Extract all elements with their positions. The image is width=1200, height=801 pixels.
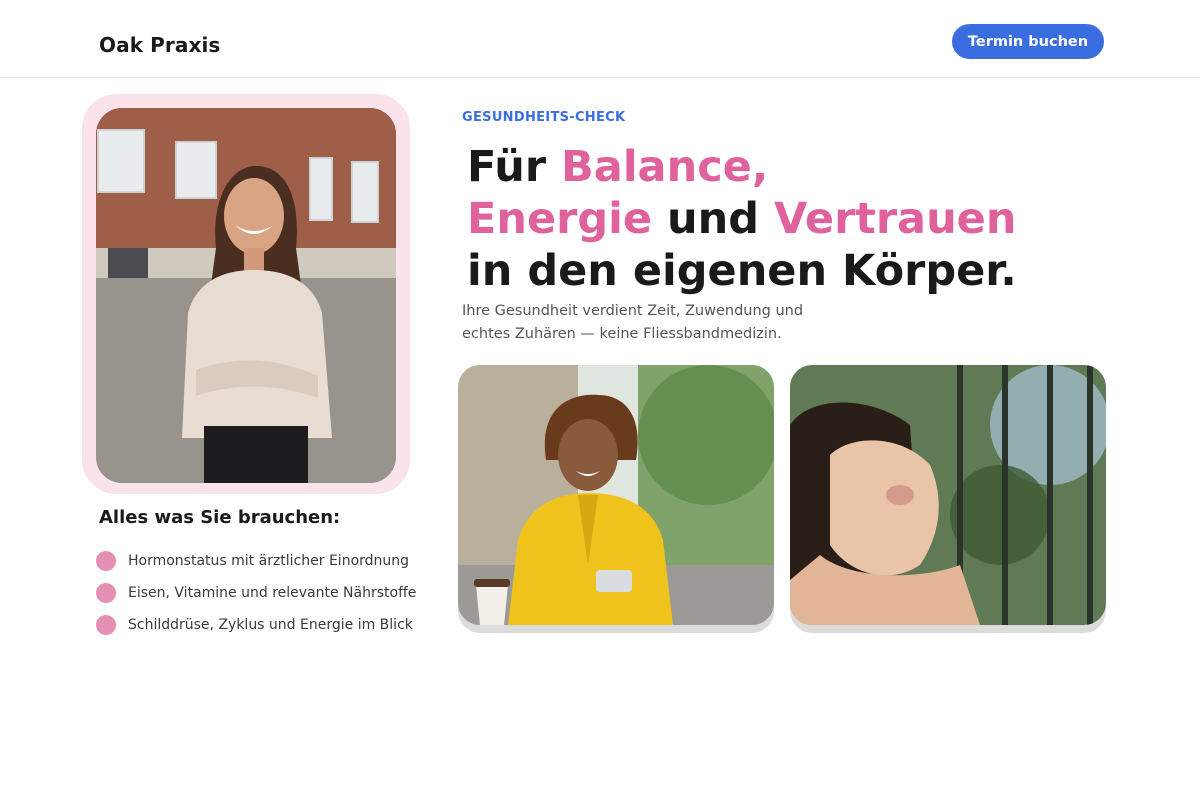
top-navigation: Oak Praxis Termin buchen — [0, 0, 1200, 78]
feature-list: Hormonstatus mit ärztlicher Einordnung E… — [96, 545, 416, 641]
list-item: Eisen, Vitamine und relevante Nährstoffe — [96, 577, 416, 609]
photo-card-woman-sunlight — [790, 365, 1106, 633]
bullet-dot-icon — [96, 551, 116, 571]
hero-headline: Für Balance, Energie und Vertrauen in de… — [467, 141, 1017, 297]
headline-text: Für — [467, 142, 562, 192]
bullet-dot-icon — [96, 583, 116, 603]
feature-text: Schilddrüse, Zyklus und Energie im Blick — [128, 617, 413, 633]
section-eyebrow: GESUNDHEITS-CHECK — [462, 110, 626, 125]
headline-highlight: Energie — [467, 194, 653, 244]
feature-text: Eisen, Vitamine und relevante Nährstoffe — [128, 585, 417, 601]
bullet-dot-icon — [96, 615, 116, 635]
brand-logo[interactable]: Oak Praxis — [99, 33, 220, 57]
features-title: Alles was Sie brauchen: — [99, 507, 341, 528]
photo-card-woman-yellow-jacket — [458, 365, 774, 633]
list-item: Hormonstatus mit ärztlicher Einordnung — [96, 545, 416, 577]
feature-text: Hormonstatus mit ärztlicher Einordnung — [128, 553, 410, 569]
headline-text: und — [652, 194, 774, 244]
headline-highlight: Vertrauen — [774, 194, 1017, 244]
headline-text: in den eigenen Körper. — [467, 246, 1017, 296]
hero-subtext: Ihre Gesundheit verdient Zeit, Zuwendung… — [462, 300, 822, 346]
photo-woman-sunlight — [790, 365, 1106, 625]
list-item: Schilddrüse, Zyklus und Energie im Blick — [96, 609, 416, 641]
book-appointment-button[interactable]: Termin buchen — [952, 24, 1104, 59]
subtext-line: Ihre Gesundheit verdient Zeit, Zuwendung… — [462, 303, 804, 319]
photo-woman-yellow-jacket — [458, 365, 774, 625]
hero-photo-woman-laughing — [96, 108, 396, 483]
headline-highlight: Balance, — [561, 142, 769, 192]
subtext-line: echtes Zuhären — keine Fliessbandmedizin… — [462, 326, 782, 342]
